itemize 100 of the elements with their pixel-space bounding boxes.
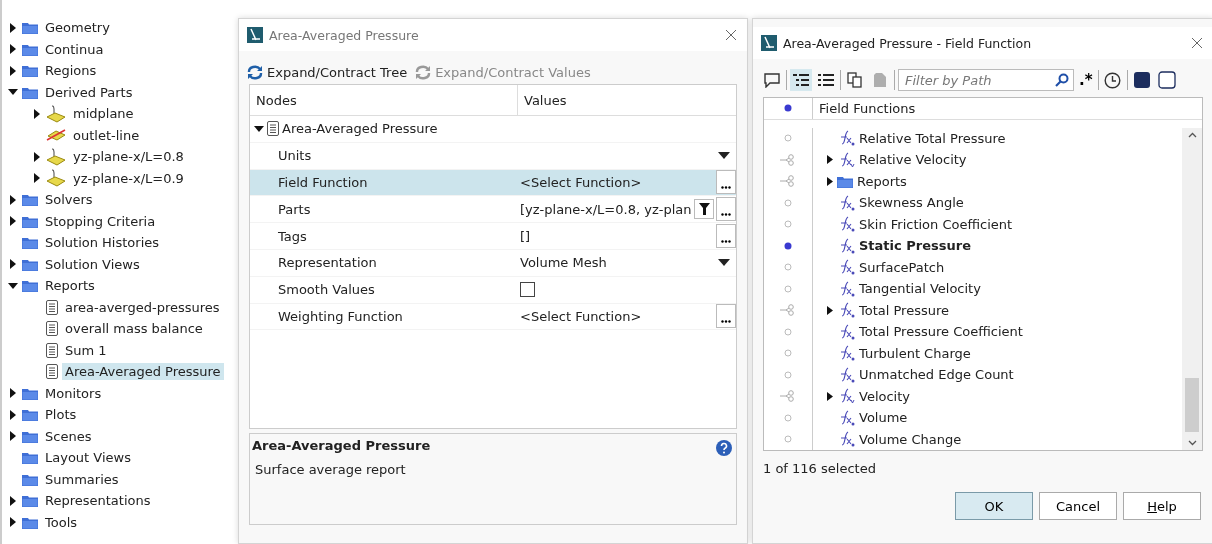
radio-button[interactable] <box>784 349 792 358</box>
comment-icon <box>764 72 780 88</box>
function-item[interactable]: Skin Friction Coefficient <box>859 216 1013 232</box>
checkbox[interactable] <box>520 282 535 298</box>
collapsed-arrow-icon[interactable] <box>8 65 18 76</box>
function-item[interactable]: Velocity <box>859 388 910 404</box>
function-item[interactable]: Reports <box>857 173 907 189</box>
tree-item[interactable]: yz-plane-x/L=0.8 <box>70 148 187 166</box>
tree-item[interactable]: Derived Parts <box>42 83 136 101</box>
radio-button[interactable] <box>784 220 792 229</box>
radio-button[interactable] <box>784 435 792 444</box>
function-item[interactable]: Static Pressure <box>859 238 971 254</box>
tree-item[interactable]: Sum 1 <box>62 341 110 359</box>
tree-item[interactable]: Reports <box>42 277 98 295</box>
radio-button[interactable] <box>784 370 792 379</box>
dropdown-field[interactable]: Volume Mesh <box>518 250 736 276</box>
property-row[interactable]: Tags [] <box>250 223 736 250</box>
tree-item[interactable]: yz-plane-x/L=0.9 <box>70 169 187 187</box>
radio-button[interactable] <box>784 134 792 143</box>
property-row[interactable]: Units <box>250 142 736 170</box>
radio-button[interactable] <box>784 198 792 207</box>
function-item[interactable]: Volume <box>859 410 908 426</box>
browse-button[interactable] <box>716 304 736 329</box>
property-row[interactable]: Field Function <Select Function> <box>250 169 736 197</box>
collapsed-arrow-icon[interactable] <box>827 391 833 401</box>
collapsed-arrow-icon[interactable] <box>827 305 833 315</box>
browse-button[interactable] <box>716 170 736 195</box>
browse-button[interactable] <box>716 224 736 249</box>
function-item[interactable]: SurfacePatch <box>859 259 945 275</box>
collapsed-arrow-icon[interactable] <box>8 194 18 205</box>
function-item[interactable]: Skewness Angle <box>859 195 964 211</box>
tree-item[interactable]: area-averged-pressures <box>62 298 223 316</box>
collapsed-arrow-icon[interactable] <box>8 44 18 55</box>
tree-item[interactable]: Solution Histories <box>42 234 163 252</box>
radio-button[interactable] <box>784 263 792 272</box>
function-item[interactable]: Relative Velocity <box>859 152 967 168</box>
browse-button[interactable] <box>716 197 736 222</box>
dialog-button[interactable]: Help <box>1123 492 1201 520</box>
function-item[interactable]: Turbulent Charge <box>859 345 971 361</box>
tree-item[interactable]: Geometry <box>42 19 113 37</box>
radio-button[interactable] <box>784 284 792 293</box>
dialog-button[interactable]: Cancel <box>1039 492 1117 520</box>
function-item[interactable]: Tangential Velocity <box>859 281 981 297</box>
tree-item[interactable]: Summaries <box>42 470 122 488</box>
collapsed-arrow-icon[interactable] <box>8 22 18 33</box>
node-label[interactable]: Area-Averaged Pressure <box>282 121 438 137</box>
property-row[interactable]: Parts [yz-plane-x/L=0.8, yz-plan <box>250 196 736 224</box>
tree-item[interactable]: Solution Views <box>42 255 143 273</box>
tree-item[interactable]: Scenes <box>42 427 95 445</box>
collapsed-arrow-icon[interactable] <box>32 151 42 162</box>
property-row[interactable]: Smooth Values <box>250 276 736 304</box>
tree-item[interactable]: Layout Views <box>42 449 134 467</box>
tree-item[interactable]: midplane <box>70 105 137 123</box>
tree-item[interactable]: Stopping Criteria <box>42 212 159 230</box>
tree-item[interactable]: Representations <box>42 492 154 510</box>
function-item[interactable]: Total Pressure <box>859 302 949 318</box>
collapsed-arrow-icon[interactable] <box>8 495 18 506</box>
property-row[interactable]: Representation Volume Mesh <box>250 250 736 277</box>
collapsed-arrow-icon[interactable] <box>827 176 833 186</box>
filter-field[interactable]: Filter by Path <box>898 69 1074 91</box>
close-icon[interactable] <box>1191 37 1203 49</box>
collapsed-arrow-icon[interactable] <box>8 388 18 399</box>
collapsed-arrow-icon[interactable] <box>827 155 833 165</box>
regex-button[interactable]: .* <box>1077 71 1095 89</box>
function-item[interactable]: Total Pressure Coefficient <box>859 324 1023 340</box>
function-item[interactable]: Volume Change <box>859 431 962 447</box>
tree-item[interactable]: outlet-line <box>70 126 143 144</box>
scrollbar[interactable] <box>1182 127 1202 450</box>
tree-item[interactable]: Solvers <box>42 191 96 209</box>
tree-item[interactable]: Plots <box>42 406 80 424</box>
filter-input[interactable]: Filter by Path <box>903 71 1055 89</box>
filter-button[interactable] <box>694 199 714 220</box>
tree-item[interactable]: Tools <box>42 513 81 531</box>
expanded-arrow-icon[interactable] <box>254 123 264 134</box>
expanded-arrow-icon[interactable] <box>8 280 18 291</box>
tree-view-button[interactable] <box>790 69 812 91</box>
collapsed-arrow-icon[interactable] <box>8 259 18 270</box>
radio-button[interactable] <box>784 413 792 422</box>
function-item[interactable]: Relative Total Pressure <box>859 130 1006 146</box>
tree-item[interactable]: Monitors <box>42 384 105 402</box>
property-row[interactable]: Weighting Function <Select Function> <box>250 303 736 331</box>
help-icon[interactable] <box>716 440 732 456</box>
collapsed-arrow-icon[interactable] <box>8 216 18 227</box>
tree-item[interactable]: overall mass balance <box>62 320 206 338</box>
select-none-button[interactable] <box>1155 69 1178 91</box>
collapsed-arrow-icon[interactable] <box>8 431 18 442</box>
tree-item[interactable]: Area-Averaged Pressure <box>62 363 224 381</box>
collapsed-arrow-icon[interactable] <box>32 173 42 184</box>
function-item[interactable]: Unmatched Edge Count <box>859 367 1014 383</box>
close-icon[interactable] <box>725 29 737 41</box>
radio-button[interactable] <box>784 241 792 250</box>
collapsed-arrow-icon[interactable] <box>32 108 42 119</box>
radio-button[interactable] <box>784 327 792 336</box>
toolbar-button[interactable]: Expand/Contract Tree <box>247 65 412 80</box>
dialog-button[interactable]: OK <box>955 492 1033 520</box>
scroll-thumb[interactable] <box>1185 378 1199 432</box>
tree-item[interactable]: Continua <box>42 40 107 58</box>
collapsed-arrow-icon[interactable] <box>8 517 18 528</box>
tree-item[interactable]: Regions <box>42 62 100 80</box>
collapsed-arrow-icon[interactable] <box>8 409 18 420</box>
